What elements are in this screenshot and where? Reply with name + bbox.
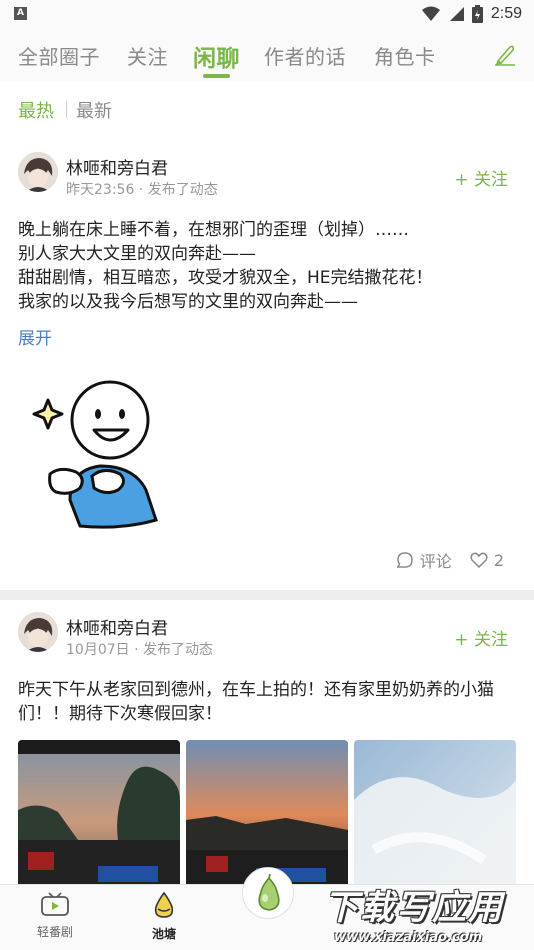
avatar[interactable] (18, 612, 58, 652)
post-text-line: 甜甜剧情，相互暗恋，攻受才貌双全，HE完结撒花花！ (18, 268, 433, 288)
heart-icon (470, 552, 488, 568)
post-card[interactable]: 林咂和旁白君 昨天23:56 · 发布了动态 + 关注 晚上躺在床上睡不着，在想… (0, 140, 534, 590)
post-photo[interactable] (354, 740, 516, 890)
top-tab-bar: 全部圈子 关注 闲聊 作者的话 角色卡 (0, 28, 534, 82)
sort-divider (66, 101, 67, 118)
tab-chat[interactable]: 闲聊 (193, 39, 240, 73)
post-meta: 昨天23:56 · 发布了动态 (66, 182, 218, 198)
follow-button[interactable]: + 关注 (454, 165, 508, 190)
comment-button[interactable]: 评论 (396, 548, 452, 572)
sort-switch: 最热 最新 (0, 82, 534, 140)
tab-character-cards[interactable]: 角色卡 (374, 41, 436, 70)
like-button[interactable]: 2 (470, 551, 504, 570)
signal-icon (449, 7, 464, 21)
sort-new[interactable]: 最新 (76, 97, 112, 123)
nav-label: 池塘 (151, 927, 176, 941)
post-text-line: 昨天下午从老家回到德州，在车上拍的！还有家里奶奶养的小猫 (18, 680, 494, 700)
author-name[interactable]: 林咂和旁白君 (66, 614, 168, 639)
post-text: 昨天下午从老家回到德州，在车上拍的！还有家里奶奶养的小猫 们！！期待下次寒假回家… (18, 678, 518, 726)
comment-icon (396, 552, 413, 568)
post-text-line: 们！！期待下次寒假回家！ (18, 704, 222, 724)
comment-label: 评论 (419, 552, 452, 571)
post-meta: 10月07日 · 发布了动态 (66, 642, 213, 658)
avatar[interactable] (18, 152, 58, 192)
active-tab-indicator (203, 74, 230, 78)
pear-icon (258, 873, 280, 911)
wifi-icon (421, 6, 440, 21)
nav-light-anime[interactable]: 轻番剧 (20, 891, 90, 940)
like-count: 2 (493, 550, 504, 570)
clock: 2:59 (490, 5, 522, 22)
watermark-url: www.xiazaixiao.com (334, 930, 483, 945)
author-name[interactable]: 林咂和旁白君 (66, 154, 168, 179)
watermark-logo: 下载写应用 www.xiazaixiao.com (320, 876, 534, 950)
follow-button[interactable]: + 关注 (454, 625, 508, 650)
expand-link[interactable]: 展开 (18, 324, 52, 349)
status-bar: A 2:59 (0, 0, 534, 28)
post-text: 晚上躺在床上睡不着，在想邪门的歪理（划掉）…… 别人家大大文里的双向奔赴—— 甜… (18, 218, 518, 314)
tab-author-words[interactable]: 作者的话 (264, 41, 346, 70)
write-pen-icon[interactable] (492, 41, 518, 67)
watermark-title: 下载写应用 (324, 888, 504, 928)
nav-pond[interactable]: 池塘 (129, 891, 199, 942)
post-photo[interactable] (18, 740, 180, 890)
tv-icon (41, 892, 69, 916)
post-card[interactable]: 林咂和旁白君 10月07日 · 发布了动态 + 关注 昨天下午从老家回到德州，在… (0, 600, 534, 890)
notification-icon: A (14, 7, 27, 20)
post-actions: 评论 2 (396, 548, 504, 572)
pond-icon (154, 891, 174, 918)
tab-all-circles[interactable]: 全部圈子 (18, 41, 100, 70)
battery-icon (471, 5, 483, 23)
post-text-line: 我家的以及我今后想写的文里的双向奔赴—— (18, 292, 358, 312)
sort-hot[interactable]: 最热 (18, 97, 54, 123)
tab-following[interactable]: 关注 (127, 41, 168, 70)
post-text-line: 别人家大大文里的双向奔赴—— (18, 244, 256, 264)
nav-label: 轻番剧 (36, 925, 73, 939)
sticker-image[interactable] (30, 370, 170, 530)
post-text-line: 晚上躺在床上睡不着，在想邪门的歪理（划掉）…… (18, 220, 409, 240)
center-action-button[interactable] (242, 867, 294, 919)
